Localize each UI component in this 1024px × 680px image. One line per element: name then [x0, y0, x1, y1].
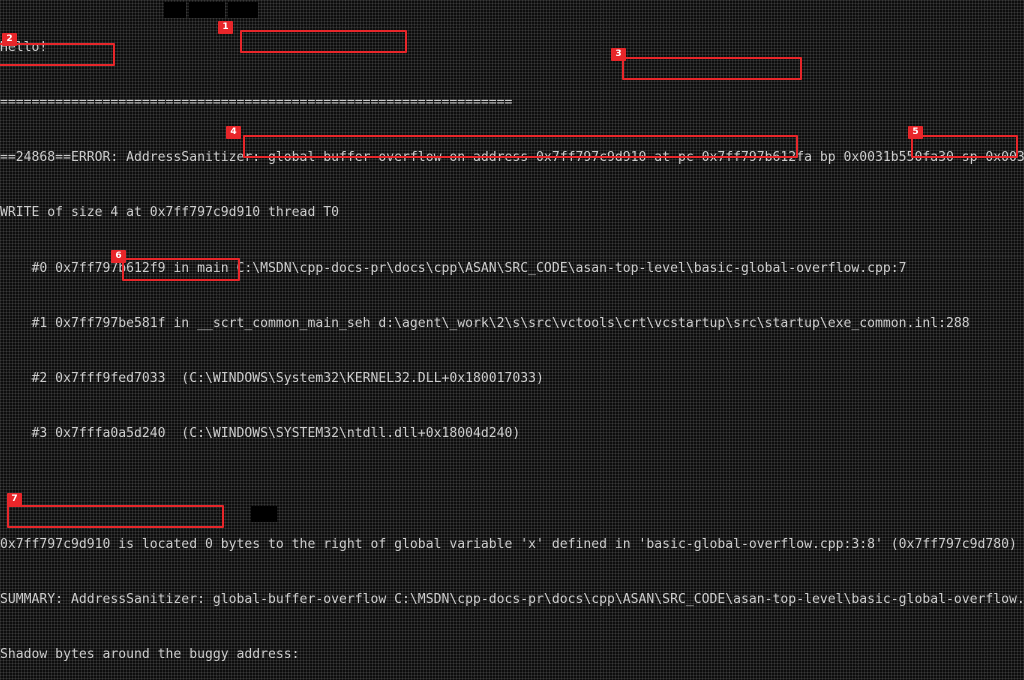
terminal-line: ==24868==ERROR: AddressSanitizer: global…: [0, 150, 1024, 166]
terminal-line: #2 0x7fff9fed7033 (C:\WINDOWS\System32\K…: [0, 371, 544, 387]
annotation-badge-1: 1: [218, 21, 233, 34]
annotation-badge-6: 6: [111, 250, 126, 263]
annotation-badge-3: 3: [611, 48, 626, 61]
terminal-line: #0 0x7ff797b612f9 in main C:\MSDN\cpp-do…: [0, 260, 907, 276]
terminal-line: 0x7ff797c9d910 is located 0 bytes to the…: [0, 536, 1024, 552]
annotation-badge-2: 2: [2, 33, 17, 46]
annotation-badge-7: 7: [7, 493, 22, 506]
cursor-block: [251, 506, 277, 522]
redaction-block: [189, 2, 225, 18]
terminal-line: #3 0x7fffa0a5d240 (C:\WINDOWS\SYSTEM32\n…: [0, 426, 521, 442]
terminal-output: Hello! =================================…: [0, 0, 1024, 680]
annotation-badge-5: 5: [908, 126, 923, 139]
redaction-block: [164, 2, 186, 18]
terminal-line: Shadow bytes around the buggy address:: [0, 647, 300, 663]
terminal-line: SUMMARY: AddressSanitizer: global-buffer…: [0, 591, 1024, 607]
annotation-badge-4: 4: [226, 126, 241, 139]
terminal-line: #1 0x7ff797be581f in __scrt_common_main_…: [0, 315, 970, 331]
redaction-block: [228, 2, 258, 18]
terminal-line: WRITE of size 4 at 0x7ff797c9d910 thread…: [0, 205, 339, 221]
terminal-window: Hello! =================================…: [0, 0, 1024, 680]
terminal-line: ========================================…: [0, 95, 513, 111]
terminal-line: Hello!: [0, 39, 48, 55]
